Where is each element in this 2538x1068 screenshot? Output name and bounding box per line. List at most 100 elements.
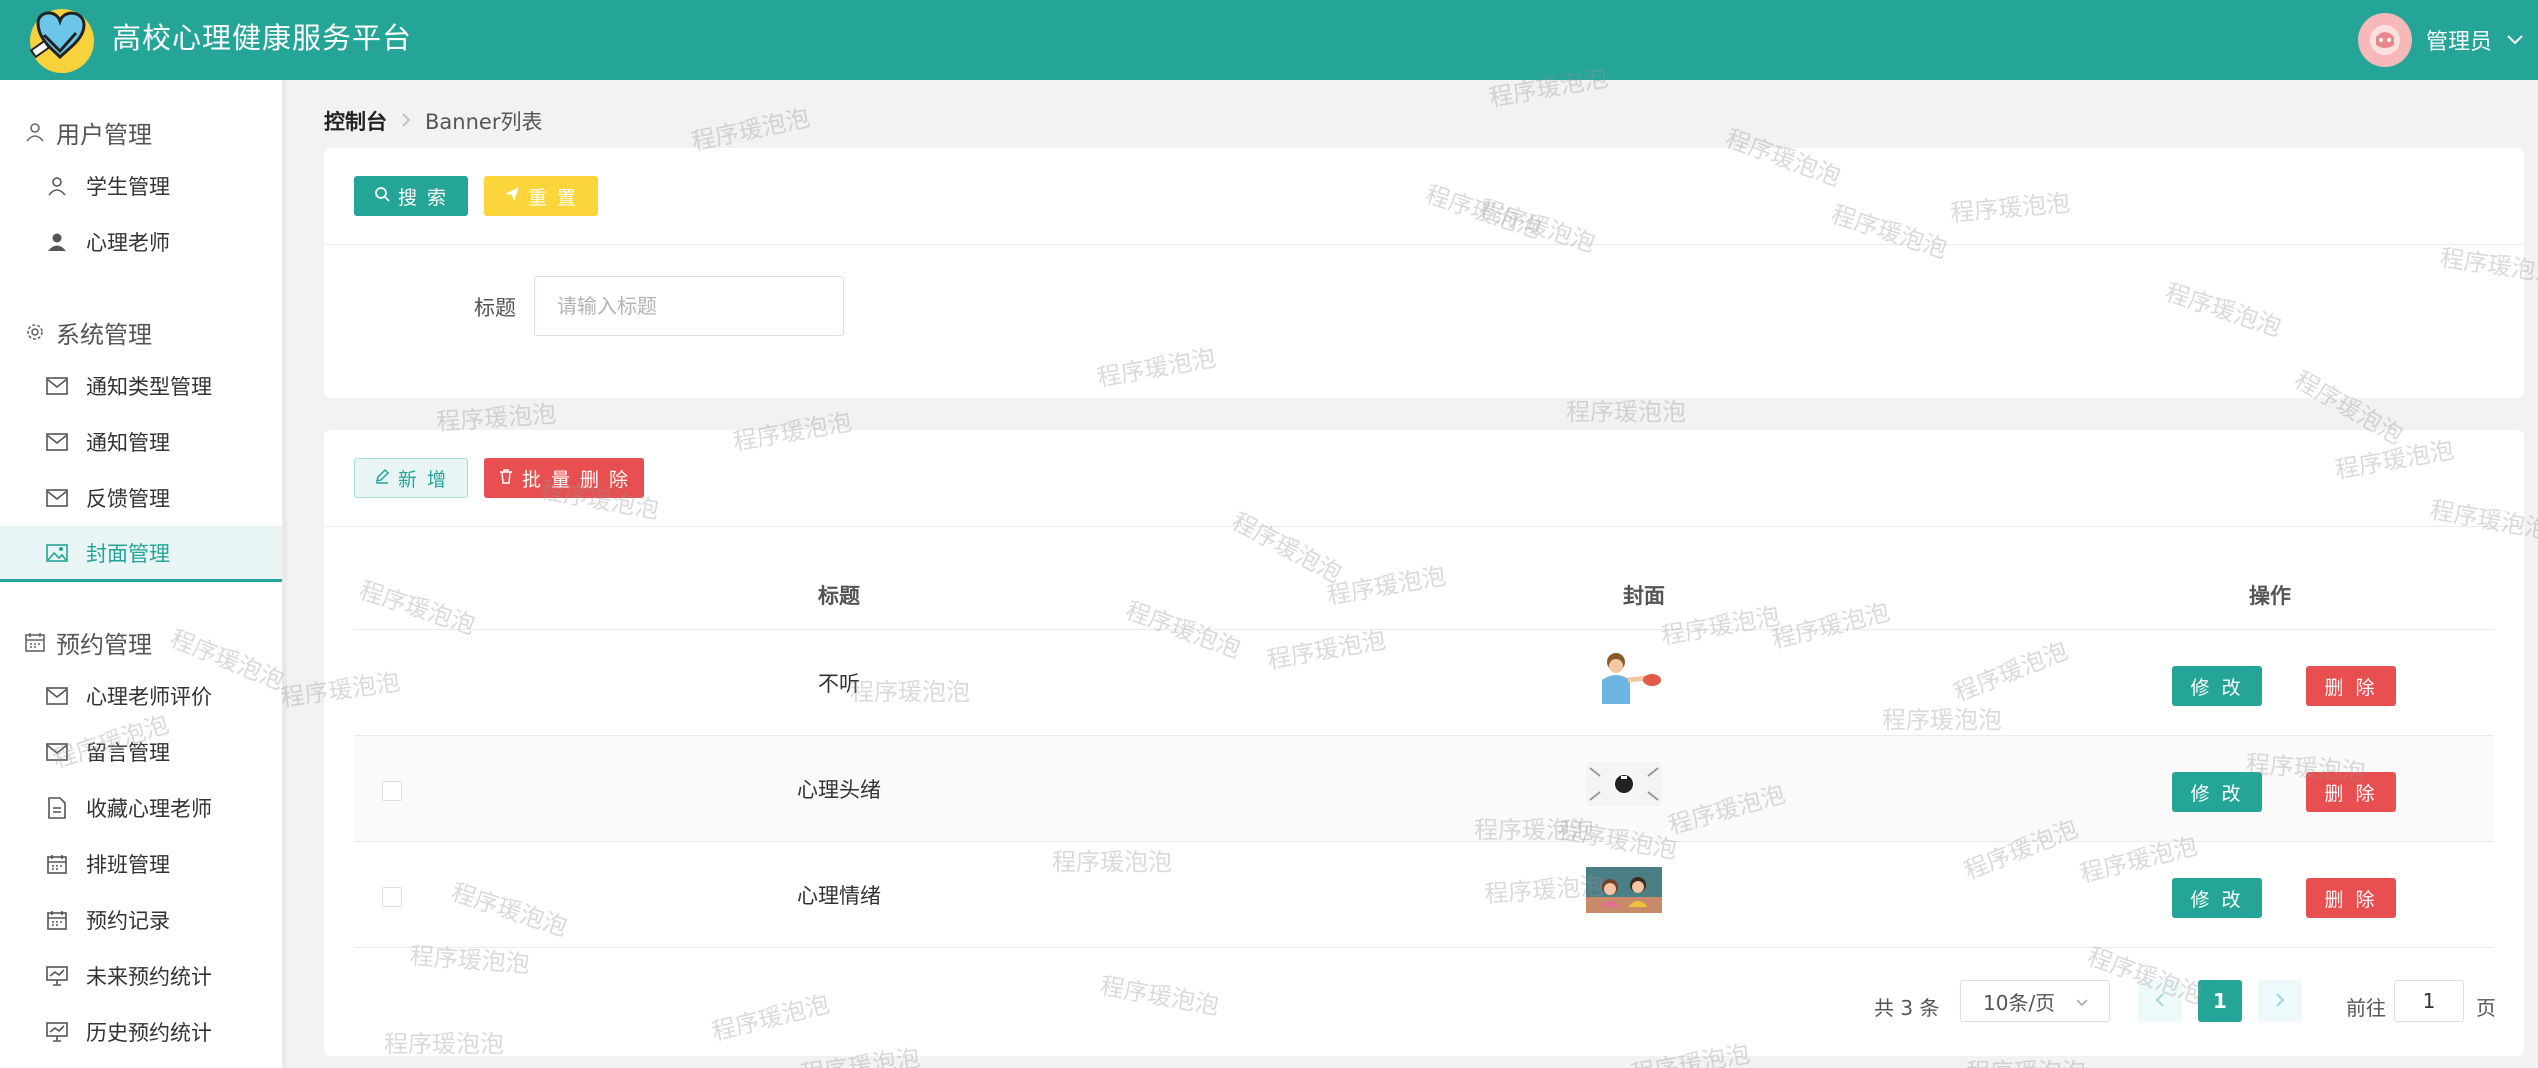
chart-board-icon [46, 965, 68, 987]
breadcrumb-home[interactable]: 控制台 [324, 106, 387, 136]
column-header-cover[interactable]: 封面 [1623, 580, 1665, 610]
sidebar-item-records[interactable]: 预约记录 [0, 892, 284, 948]
divider [324, 526, 2524, 527]
column-header-actions: 操作 [2249, 584, 2291, 608]
delete-button[interactable]: 删 除 [2306, 878, 2396, 918]
edit-button[interactable]: 修 改 [2172, 878, 2262, 918]
heart-hands-logo-icon [24, 5, 98, 75]
batch-delete-button[interactable]: 批 量 删 除 [484, 458, 644, 498]
sidebar-item-covers[interactable]: 封面管理 [0, 526, 284, 582]
cover-thumbnail[interactable] [1586, 650, 1662, 706]
sidebar-item-label: 通知管理 [86, 431, 170, 455]
chevron-right-icon [2275, 989, 2285, 1013]
user-outline-icon [24, 121, 46, 143]
row-title: 心理情绪 [797, 884, 881, 908]
sidebar-group-appointment[interactable]: 预约管理 [24, 622, 152, 662]
sidebar-item-label: 预约记录 [86, 909, 170, 933]
row-title: 不听 [818, 672, 860, 696]
chevron-down-icon[interactable] [2506, 30, 2524, 51]
mail-icon [46, 685, 68, 707]
sidebar-item-teacher-reviews[interactable]: 心理老师评价 [0, 668, 284, 724]
page-size-select[interactable]: 10条/页 [1960, 980, 2110, 1022]
sidebar-item-schedule[interactable]: 排班管理 [0, 836, 284, 892]
sidebar-item-label: 心理老师 [86, 231, 170, 255]
chevron-down-icon [2075, 989, 2089, 1013]
edit-button[interactable]: 修 改 [2172, 772, 2262, 812]
row-checkbox[interactable] [382, 887, 402, 907]
avatar[interactable] [2357, 13, 2412, 67]
cover-image-icon [1602, 653, 1661, 704]
goto-page-input[interactable] [2394, 980, 2464, 1022]
edit-button[interactable]: 修 改 [2172, 666, 2262, 706]
cover-thumbnail[interactable] [1586, 756, 1662, 812]
row-title: 心理头绪 [797, 778, 881, 802]
sidebar-item-feedback[interactable]: 反馈管理 [0, 470, 284, 526]
trash-icon [498, 467, 514, 489]
sidebar-item-favorites[interactable]: 收藏心理老师 [0, 780, 284, 836]
delete-button[interactable]: 删 除 [2306, 772, 2396, 812]
app-title: 高校心理健康服务平台 [112, 21, 413, 55]
delete-button[interactable]: 删 除 [2306, 666, 2396, 706]
mail-icon [46, 741, 68, 763]
page-number-button[interactable]: 1 [2198, 980, 2242, 1022]
goto-suffix: 页 [2476, 996, 2496, 1020]
user-solid-icon [46, 231, 68, 253]
user-outline-icon [46, 175, 68, 197]
sidebar-item-future-stats[interactable]: 未来预约统计 [0, 948, 284, 1004]
reset-button[interactable]: 重 置 [484, 176, 598, 216]
top-header: 高校心理健康服务平台 管理员 [0, 0, 2538, 80]
sidebar-item-label: 历史预约统计 [86, 1021, 212, 1045]
user-menu[interactable]: 管理员 [2357, 8, 2524, 72]
search-button[interactable]: 搜 索 [354, 176, 468, 216]
chevron-left-icon [2155, 989, 2165, 1013]
sidebar-group-label: 系统管理 [56, 320, 152, 349]
add-button-label: 新 增 [397, 468, 449, 491]
sidebar-group-system[interactable]: 系统管理 [24, 312, 152, 352]
title-search-input[interactable] [534, 276, 844, 336]
user-name[interactable]: 管理员 [2426, 24, 2492, 56]
title-field-label: 标题 [474, 296, 516, 320]
breadcrumb-current: Banner列表 [425, 110, 543, 134]
sidebar-scrollbar[interactable] [282, 80, 287, 1068]
batch-delete-label: 批 量 删 除 [521, 468, 631, 491]
reset-button-label: 重 置 [527, 186, 579, 209]
sidebar-item-messages[interactable]: 留言管理 [0, 724, 284, 780]
page-size-value: 10条/页 [1983, 990, 2056, 1015]
column-header-title[interactable]: 标题 [818, 580, 860, 610]
table-row: 心理头绪 修 改 删 除 [354, 736, 2494, 842]
sidebar-item-label: 学生管理 [86, 175, 170, 199]
search-icon [374, 185, 390, 207]
document-icon [46, 797, 68, 819]
cover-image-icon [1586, 762, 1662, 806]
row-checkbox[interactable] [382, 781, 402, 801]
chevron-right-icon [401, 109, 411, 133]
sidebar-item-label: 收藏心理老师 [86, 797, 212, 821]
next-page-button[interactable] [2258, 980, 2302, 1022]
sidebar-item-label: 排班管理 [86, 853, 170, 877]
cover-image-icon [1586, 867, 1662, 913]
prev-page-button[interactable] [2138, 980, 2182, 1022]
sidebar-item-label: 留言管理 [86, 741, 170, 765]
breadcrumb: 控制台 Banner列表 [324, 106, 542, 136]
pagination-total: 共 3 条 [1874, 996, 1940, 1020]
mail-icon [46, 431, 68, 453]
sidebar-item-notices[interactable]: 通知管理 [0, 414, 284, 470]
sidebar-item-label: 通知类型管理 [86, 375, 212, 399]
edit-pen-icon [374, 467, 390, 489]
sidebar-group-user[interactable]: 用户管理 [24, 112, 152, 152]
sidebar-item-label: 未来预约统计 [86, 965, 212, 989]
cover-thumbnail[interactable] [1586, 862, 1662, 918]
search-button-label: 搜 索 [397, 186, 449, 209]
mail-icon [46, 375, 68, 397]
sidebar-item-history-stats[interactable]: 历史预约统计 [0, 1004, 284, 1060]
sidebar-item-teachers[interactable]: 心理老师 [0, 214, 284, 270]
sidebar-item-students[interactable]: 学生管理 [0, 158, 284, 214]
sidebar-item-label: 封面管理 [86, 541, 170, 566]
sidebar-group-label: 用户管理 [56, 120, 152, 149]
table-row: 心理情绪 修 改 删 除 [354, 842, 2494, 948]
sidebar-item-notice-types[interactable]: 通知类型管理 [0, 358, 284, 414]
divider [324, 244, 2524, 245]
gear-icon [24, 321, 46, 343]
add-button[interactable]: 新 增 [354, 458, 468, 498]
table-panel: 新 增 批 量 删 除 标题 封面 操作 不听 修 改 删 除 心理头绪 修 改… [324, 430, 2524, 1056]
